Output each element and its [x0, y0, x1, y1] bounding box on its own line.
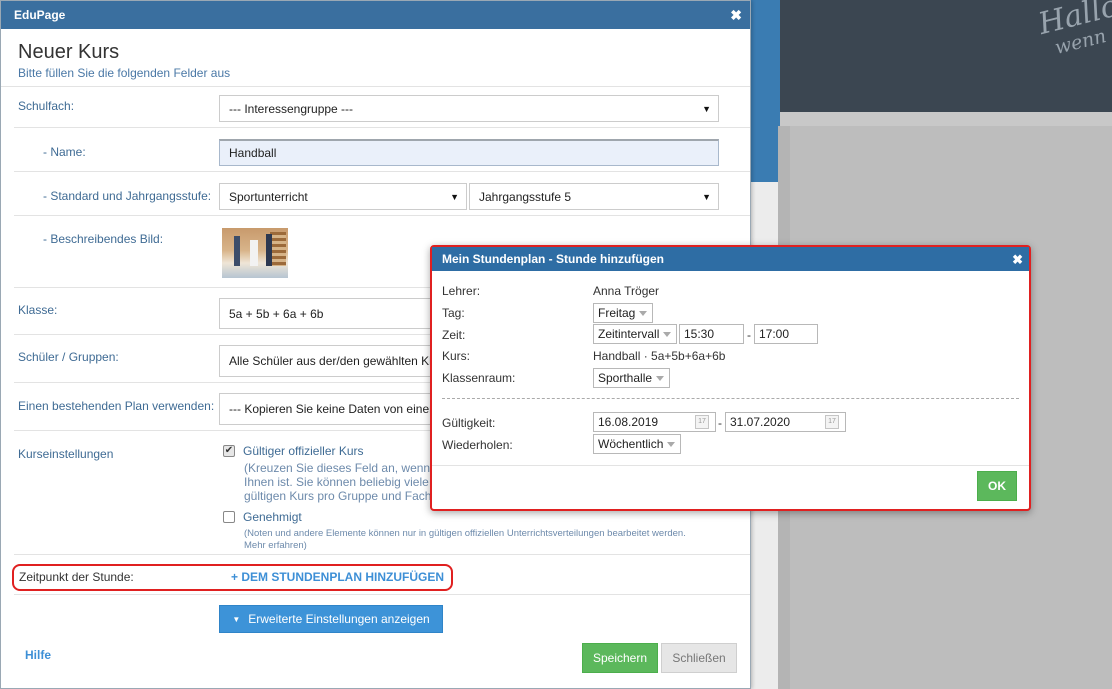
app-title: EduPage	[14, 8, 66, 22]
page-subtitle: Bitte füllen Sie die folgenden Felder au…	[18, 66, 231, 80]
dialog-footer: OK	[432, 465, 1029, 509]
dropdown-arrow-icon	[639, 311, 647, 316]
advanced-settings-button[interactable]: ▼ Erweiterte Einstellungen anzeigen	[219, 605, 443, 633]
genehmigt-note-1: (Noten und andere Elemente können nur in…	[244, 528, 686, 539]
klasse-value: 5a + 5b + 6a + 6b	[229, 306, 324, 321]
advanced-settings-label: Erweiterte Einstellungen anzeigen	[248, 612, 430, 626]
calendar-icon[interactable]: 17	[695, 415, 709, 429]
wiederholen-select[interactable]: Wöchentlich	[593, 434, 681, 454]
wiederholen-value: Wöchentlich	[598, 437, 664, 451]
plan-label: Einen bestehenden Plan verwenden:	[18, 399, 215, 413]
genehmigt-note-2[interactable]: Mehr erfahren)	[244, 539, 307, 552]
dropdown-arrow-icon	[667, 442, 675, 447]
tag-value: Freitag	[598, 306, 636, 320]
genehmigt-checkbox[interactable]	[223, 511, 235, 523]
modal-title-area: Neuer Kurs Bitte füllen Sie die folgende…	[1, 29, 750, 87]
plan-value: --- Kopieren Sie keine Daten von einer	[229, 402, 434, 416]
name-value: Handball	[229, 146, 277, 160]
add-lesson-dialog: Mein Stundenplan - Stunde hinzufügen ✖ L…	[430, 245, 1031, 511]
gueltig-from-value: 16.08.2019	[598, 415, 659, 429]
standard-value: Sportunterricht	[229, 189, 308, 204]
kurs-label: Kurs:	[442, 349, 471, 363]
ok-button[interactable]: OK	[977, 471, 1017, 501]
zeit-to-input[interactable]: 17:00	[754, 324, 818, 344]
schueler-label: Schüler / Gruppen:	[18, 350, 119, 364]
jahrgangsstufe-select[interactable]: Jahrgangsstufe 5 ▼	[469, 183, 719, 210]
chevron-down-icon: ▼	[702, 192, 711, 202]
jahrgangsstufe-value: Jahrgangsstufe 5	[479, 189, 572, 204]
dialog-header: Mein Stundenplan - Stunde hinzufügen ✖	[432, 247, 1029, 271]
zeit-mode-value: Zeitintervall	[598, 327, 660, 341]
calendar-icon[interactable]: 17	[825, 415, 839, 429]
lehrer-value: Anna Tröger	[593, 284, 660, 298]
gueltig-note-3: gültigen Kurs pro Gruppe und Fach	[244, 489, 432, 503]
save-button[interactable]: Speichern	[582, 643, 658, 673]
wiederholen-label: Wiederholen:	[442, 438, 513, 452]
gueltig-to-value: 31.07.2020	[730, 415, 791, 429]
schueler-value: Alle Schüler aus der/den gewählten Kl	[229, 354, 432, 368]
dropdown-arrow-icon	[663, 332, 671, 337]
klassenraum-label: Klassenraum:	[442, 371, 516, 385]
klasse-label: Klasse:	[18, 303, 58, 317]
modal-header: EduPage ✖	[1, 1, 750, 29]
gueltig-separator: -	[718, 416, 722, 430]
gueltig-to-date[interactable]: 31.07.2020 17	[725, 412, 846, 432]
schulfach-label: Schulfach:	[18, 99, 75, 113]
klassenraum-value: Sporthalle	[598, 371, 653, 385]
standard-label: - Standard und Jahrgangsstufe:	[43, 189, 212, 203]
gueltig-note-2: Ihnen ist. Sie können beliebig viele	[244, 475, 429, 489]
close-button[interactable]: Schließen	[661, 643, 737, 673]
schulfach-value: --- Interessengruppe ---	[229, 101, 354, 116]
chevron-down-icon: ▼	[702, 104, 711, 114]
add-to-timetable-link[interactable]: + DEM STUNDENPLAN HINZUFÜGEN	[231, 570, 444, 584]
kurs-value: Handball · 5a+5b+6a+6b	[593, 349, 726, 363]
gueltig-note-1: (Kreuzen Sie dieses Feld an, wenn	[244, 461, 431, 475]
name-label: - Name:	[43, 145, 86, 159]
klassenraum-select[interactable]: Sporthalle	[593, 368, 670, 388]
genehmigt-label[interactable]: Genehmigt	[243, 510, 302, 524]
tag-label: Tag:	[442, 306, 465, 320]
bild-label: - Beschreibendes Bild:	[43, 232, 164, 246]
name-input[interactable]: Handball	[219, 139, 719, 166]
close-icon[interactable]: ✖	[730, 8, 742, 22]
zeit-from-value: 15:30	[684, 327, 715, 341]
course-image-thumbnail[interactable]	[222, 228, 288, 278]
standard-select[interactable]: Sportunterricht ▼	[219, 183, 467, 210]
zeit-label: Zeit:	[442, 328, 466, 342]
tag-select[interactable]: Freitag	[593, 303, 653, 323]
gueltig-label[interactable]: Gültiger offizieller Kurs	[243, 444, 364, 458]
zeit-from-input[interactable]: 15:30	[679, 324, 744, 344]
page-title: Neuer Kurs	[18, 41, 120, 63]
gueltig-checkbox[interactable]: ✔	[223, 445, 235, 457]
kurseinstellungen-label: Kurseinstellungen	[18, 447, 114, 461]
schulfach-select[interactable]: --- Interessengruppe --- ▼	[219, 95, 719, 122]
zeit-mode-select[interactable]: Zeitintervall	[593, 324, 677, 344]
dashed-divider	[442, 398, 1019, 399]
gueltigkeit-label: Gültigkeit:	[442, 416, 496, 430]
help-link[interactable]: Hilfe	[25, 648, 51, 662]
gueltig-from-date[interactable]: 16.08.2019 17	[593, 412, 716, 432]
zeit-separator: -	[747, 328, 751, 342]
chevron-down-icon: ▼	[450, 192, 459, 202]
zeit-to-value: 17:00	[759, 327, 790, 341]
zeitpunkt-label: Zeitpunkt der Stunde:	[19, 570, 134, 584]
dropdown-arrow-icon	[656, 376, 664, 381]
caret-down-icon: ▼	[232, 614, 241, 624]
dialog-close-icon[interactable]: ✖	[1012, 253, 1023, 266]
lehrer-label: Lehrer:	[442, 284, 481, 298]
dialog-title: Mein Stundenplan - Stunde hinzufügen	[442, 252, 664, 266]
